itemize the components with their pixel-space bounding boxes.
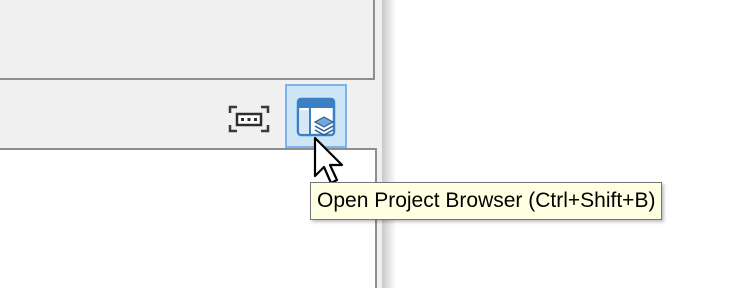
window-divider: [382, 0, 396, 288]
fit-view-button[interactable]: [226, 102, 272, 136]
screenshot-stage: Open Project Browser (Ctrl+Shift+B): [0, 0, 732, 288]
right-pane: [382, 0, 732, 288]
tooltip: Open Project Browser (Ctrl+Shift+B): [310, 182, 663, 220]
fit-view-icon: [228, 105, 270, 133]
upper-panel: [0, 0, 375, 80]
